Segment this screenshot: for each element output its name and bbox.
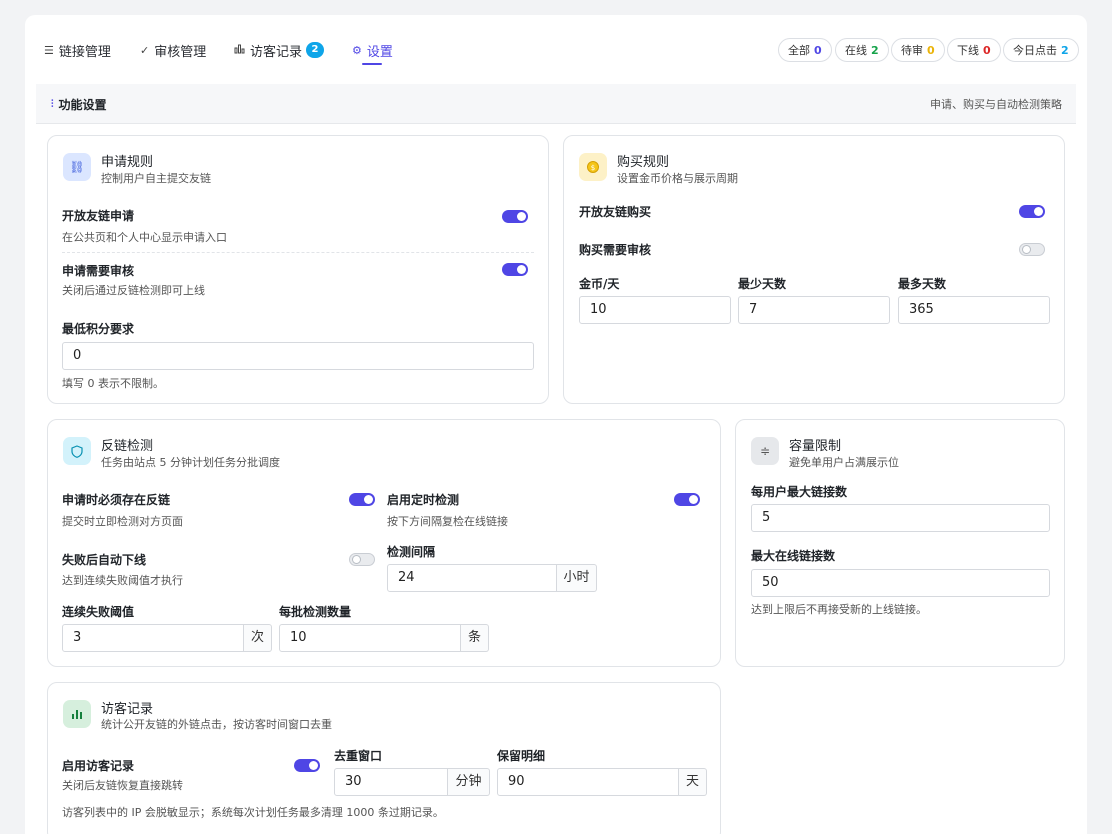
gear-icon: ⚙ (352, 43, 362, 57)
bar-chart-icon (234, 44, 245, 57)
bar-chart-icon (63, 700, 91, 728)
open-purchase-toggle[interactable] (1019, 205, 1045, 218)
open-purchase-label: 开放友链购买 (579, 205, 652, 219)
tab-label: 访客记录 (250, 44, 303, 60)
tab-label: 设置 (366, 44, 393, 60)
min-points-input[interactable]: 0 (62, 342, 534, 370)
enable-visitor-label: 启用访客记录 (62, 759, 135, 773)
section-desc: 申请、购买与自动检测策略 (930, 98, 1062, 111)
stat-pending[interactable]: 待审 0 (891, 38, 945, 62)
max-online-label: 最大在线链接数 (751, 549, 836, 563)
shield-icon (63, 437, 91, 465)
coins-per-day-input[interactable]: 10 (579, 296, 731, 324)
scheduled-check-toggle[interactable] (674, 493, 700, 506)
open-apply-hint: 在公共页和个人中心显示申请入口 (62, 231, 227, 244)
max-online-input[interactable]: 50 (751, 569, 1050, 597)
enable-visitor-toggle[interactable] (294, 759, 320, 772)
require-backlink-toggle[interactable] (349, 493, 375, 506)
visitor-count-badge: 2 (306, 42, 325, 58)
divider (62, 252, 534, 253)
retain-details-label: 保留明细 (497, 749, 546, 763)
scheduled-check-hint: 按下方间隔复检在线链接 (387, 515, 508, 528)
card-title: 申请规则 (101, 155, 154, 170)
tab-review-management[interactable]: ✓ 审核管理 (140, 40, 206, 60)
retain-details-unit: 天 (679, 768, 707, 796)
dedupe-window-unit: 分钟 (448, 768, 490, 796)
purchase-review-label: 购买需要审核 (579, 243, 652, 257)
card-subtitle: 设置金币价格与展示周期 (617, 172, 738, 185)
tab-settings[interactable]: ⚙ 设置 (352, 40, 393, 60)
per-user-max-label: 每用户最大链接数 (751, 485, 848, 499)
purchase-review-toggle[interactable] (1019, 243, 1045, 256)
purchase-rules-card: $ 购买规则 设置金币价格与展示周期 开放友链购买 购买需要审核 金币/天 10… (563, 135, 1065, 404)
stat-today-clicks[interactable]: 今日点击 2 (1003, 38, 1079, 62)
card-title: 访客记录 (101, 702, 154, 717)
batch-size-unit: 条 (461, 624, 489, 652)
require-backlink-label: 申请时必须存在反链 (62, 493, 171, 507)
card-subtitle: 任务由站点 5 分钟计划任务分批调度 (101, 456, 280, 469)
list-icon: ☰ (44, 43, 54, 57)
auto-offline-hint: 达到连续失败阈值才执行 (62, 574, 183, 587)
capacity-hint: 达到上限后不再接受新的上线链接。 (751, 603, 927, 616)
card-subtitle: 统计公开友链的外链点击，按访客时间窗口去重 (101, 718, 332, 731)
stat-online[interactable]: 在线 2 (835, 38, 889, 62)
visitor-footnote: 访客列表中的 IP 会脱敏显示；系统每次计划任务最多清理 1000 条过期记录。 (62, 806, 444, 819)
tab-link-management[interactable]: ☰ 链接管理 (44, 40, 111, 60)
max-days-input[interactable]: 365 (898, 296, 1050, 324)
failure-threshold-unit: 次 (244, 624, 272, 652)
active-tab-indicator (362, 63, 382, 65)
batch-size-label: 每批检测数量 (279, 605, 352, 619)
apply-review-toggle[interactable] (502, 263, 528, 276)
tab-label: 审核管理 (154, 44, 207, 60)
open-apply-toggle[interactable] (502, 210, 528, 223)
apply-review-hint: 关闭后通过反链检测即可上线 (62, 284, 205, 297)
apply-review-label: 申请需要审核 (62, 264, 135, 278)
per-user-max-input[interactable]: 5 (751, 504, 1050, 532)
batch-size-input[interactable]: 10 (279, 624, 461, 652)
card-subtitle: 避免单用户占满展示位 (789, 456, 899, 469)
card-title: 购买规则 (617, 155, 670, 170)
auto-offline-toggle[interactable] (349, 553, 375, 566)
tab-label: 链接管理 (58, 44, 111, 60)
dedupe-window-label: 去重窗口 (334, 749, 383, 763)
card-title: 反链检测 (101, 439, 154, 454)
capacity-limit-card: ≑ 容量限制 避免单用户占满展示位 每用户最大链接数 5 最大在线链接数 50 … (735, 419, 1065, 667)
apply-rules-card: ⛓ 申请规则 控制用户自主提交友链 开放友链申请 在公共页和个人中心显示申请入口… (47, 135, 549, 404)
stat-all[interactable]: 全部 0 (778, 38, 832, 62)
sliders-icon: ≑ (751, 437, 779, 465)
section-title: 功能设置 (58, 98, 107, 112)
min-days-input[interactable]: 7 (738, 296, 890, 324)
max-days-label: 最多天数 (898, 277, 947, 291)
failure-threshold-label: 连续失败阈值 (62, 605, 135, 619)
require-backlink-hint: 提交时立即检测对方页面 (62, 515, 183, 528)
stat-offline[interactable]: 下线 0 (947, 38, 1001, 62)
enable-visitor-hint: 关闭后友链恢复直接跳转 (62, 779, 183, 792)
open-apply-label: 开放友链申请 (62, 209, 135, 223)
auto-offline-label: 失败后自动下线 (62, 553, 147, 567)
visitor-records-card: 访客记录 统计公开友链的外链点击，按访客时间窗口去重 启用访客记录 关闭后友链恢… (47, 682, 721, 834)
tab-visitor-records[interactable]: 访客记录 2 (234, 40, 325, 60)
backlink-check-card: 反链检测 任务由站点 5 分钟计划任务分批调度 申请时必须存在反链 提交时立即检… (47, 419, 721, 667)
retain-details-input[interactable]: 90 (497, 768, 679, 796)
min-days-label: 最少天数 (738, 277, 787, 291)
interval-unit: 小时 (557, 564, 597, 592)
link-icon: ⛓ (63, 153, 91, 181)
interval-input[interactable]: 24 (387, 564, 557, 592)
section-header: ⫶ 功能设置 申请、购买与自动检测策略 (36, 84, 1076, 124)
dedupe-window-input[interactable]: 30 (334, 768, 448, 796)
card-title: 容量限制 (789, 439, 842, 454)
failure-threshold-input[interactable]: 3 (62, 624, 244, 652)
check-icon: ✓ (140, 43, 150, 57)
svg-text:$: $ (591, 164, 595, 172)
interval-label: 检测间隔 (387, 545, 436, 559)
coins-per-day-label: 金币/天 (579, 277, 620, 291)
scheduled-check-label: 启用定时检测 (387, 493, 460, 507)
sliders-icon: ⫶ (51, 99, 54, 110)
card-subtitle: 控制用户自主提交友链 (101, 172, 211, 185)
coin-icon: $ (579, 153, 607, 181)
min-points-hint: 填写 0 表示不限制。 (62, 377, 164, 390)
min-points-label: 最低积分要求 (62, 322, 135, 336)
